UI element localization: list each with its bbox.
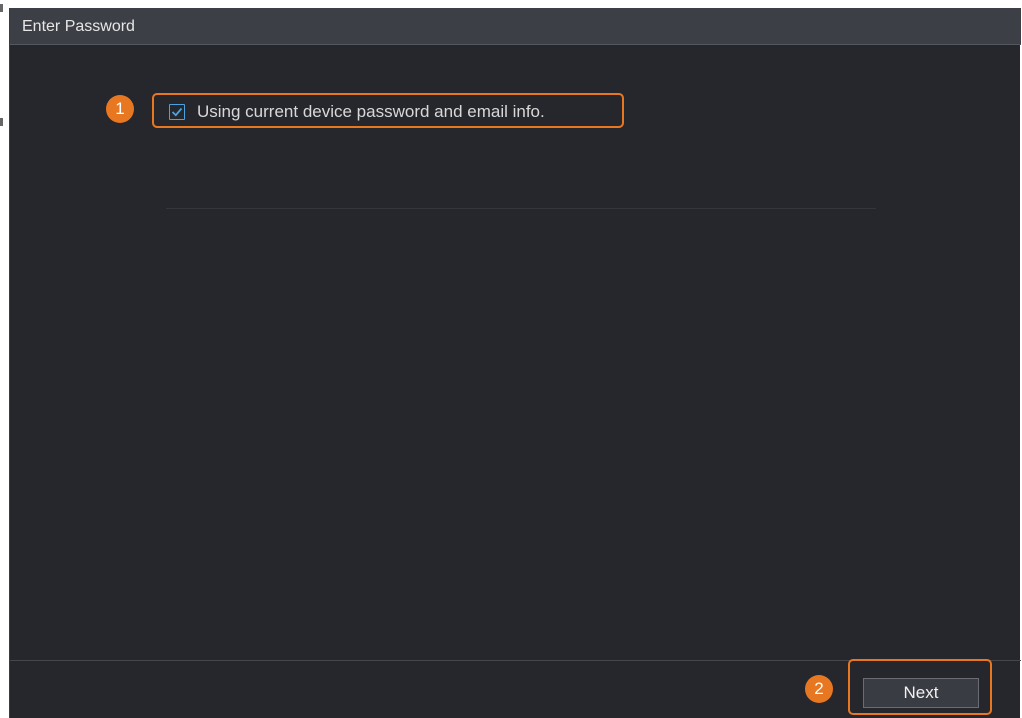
edge-mark [0,4,3,12]
content-divider [166,208,876,209]
use-current-password-option[interactable]: Using current device password and email … [152,93,624,128]
dialog-title: Enter Password [22,18,135,35]
callout-marker-2: 2 [805,675,833,703]
enter-password-dialog: Enter Password 1 Using current device pa… [9,8,1021,718]
use-current-password-checkbox[interactable] [169,104,185,120]
callout-marker-1: 1 [106,95,134,123]
use-current-password-label: Using current device password and email … [197,102,545,121]
edge-mark [0,118,3,126]
checkmark-icon [171,107,183,117]
dialog-title-bar: Enter Password [10,8,1021,45]
next-button[interactable]: Next [863,678,979,708]
